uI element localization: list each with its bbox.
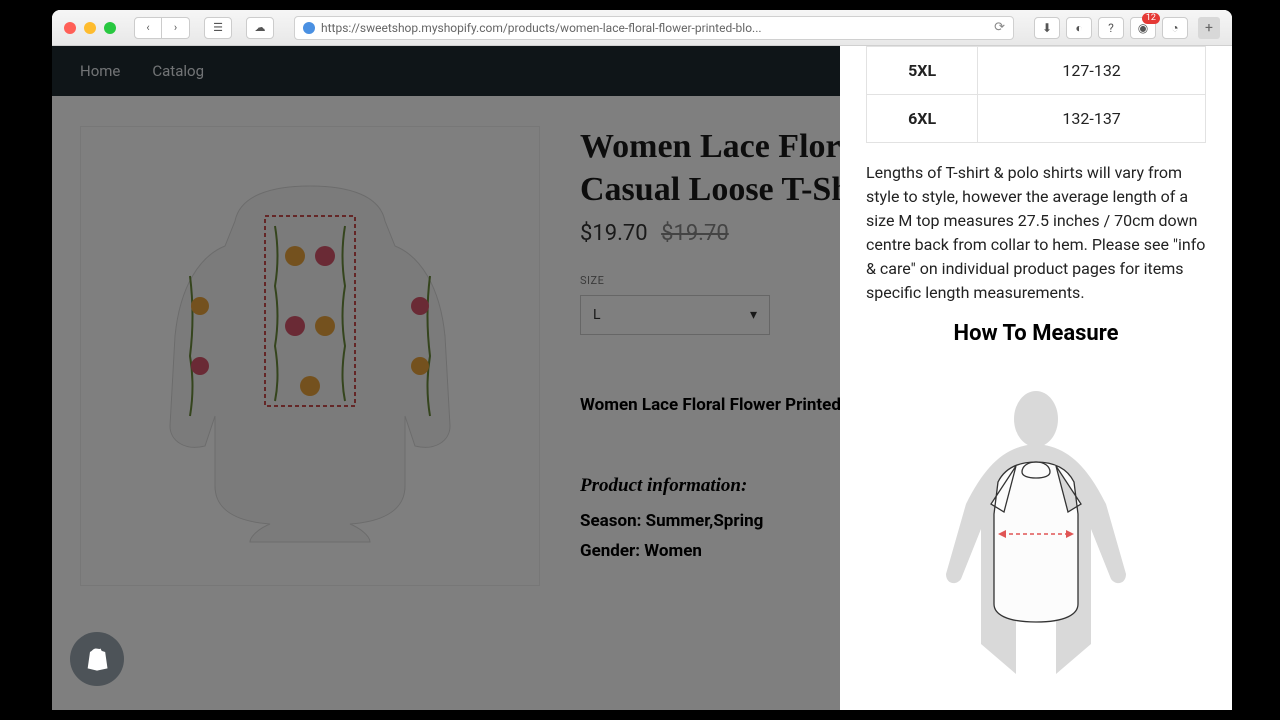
extension-icon-4[interactable]: ◔	[1162, 17, 1188, 39]
minimize-window-icon[interactable]	[84, 22, 96, 34]
downloads-icon[interactable]: ⬇	[1034, 17, 1060, 39]
forward-button[interactable]: ›	[162, 17, 190, 39]
window-controls	[64, 22, 116, 34]
icloud-tabs-icon[interactable]: ☁	[246, 17, 274, 39]
new-tab-button[interactable]: +	[1198, 17, 1220, 39]
toolbar-right: ⬇ ◐ ? ◉12 ◔ +	[1034, 17, 1220, 39]
measure-figure	[866, 374, 1206, 674]
table-row: 6XL 132-137	[867, 95, 1206, 143]
extension-icon-1[interactable]: ◐	[1066, 17, 1092, 39]
size-table: 5XL 127-132 6XL 132-137	[866, 46, 1206, 143]
shopify-chat-bubble[interactable]	[70, 632, 124, 686]
browser-toolbar: ‹ › ☰ ☁ https://sweetshop.myshopify.com/…	[52, 10, 1232, 46]
size-guide-text: Lengths of T-shirt & polo shirts will va…	[866, 161, 1206, 305]
measure-cell: 132-137	[978, 95, 1206, 143]
viewport: Home Catalog	[52, 46, 1232, 710]
close-window-icon[interactable]	[64, 22, 76, 34]
nav-buttons: ‹ ›	[134, 17, 190, 39]
address-bar[interactable]: https://sweetshop.myshopify.com/products…	[294, 16, 1014, 40]
table-row: 5XL 127-132	[867, 47, 1206, 95]
extension-icon-3[interactable]: ◉12	[1130, 17, 1156, 39]
back-button[interactable]: ‹	[134, 17, 162, 39]
shopify-icon	[83, 645, 111, 673]
site-identity-icon	[303, 22, 315, 34]
browser-window: ‹ › ☰ ☁ https://sweetshop.myshopify.com/…	[52, 10, 1232, 710]
extension-icon-2[interactable]: ?	[1098, 17, 1124, 39]
measure-diagram-icon	[886, 374, 1186, 674]
size-cell: 6XL	[867, 95, 978, 143]
maximize-window-icon[interactable]	[104, 22, 116, 34]
url-text: https://sweetshop.myshopify.com/products…	[321, 21, 988, 35]
reload-icon[interactable]: ⟳	[994, 20, 1005, 35]
size-guide-drawer: 5XL 127-132 6XL 132-137 Lengths of T-shi…	[840, 46, 1232, 710]
how-to-measure-title: How To Measure	[866, 321, 1206, 346]
sidebar-toggle-icon[interactable]: ☰	[204, 17, 232, 39]
measure-cell: 127-132	[978, 47, 1206, 95]
badge-count: 12	[1142, 13, 1160, 24]
size-cell: 5XL	[867, 47, 978, 95]
